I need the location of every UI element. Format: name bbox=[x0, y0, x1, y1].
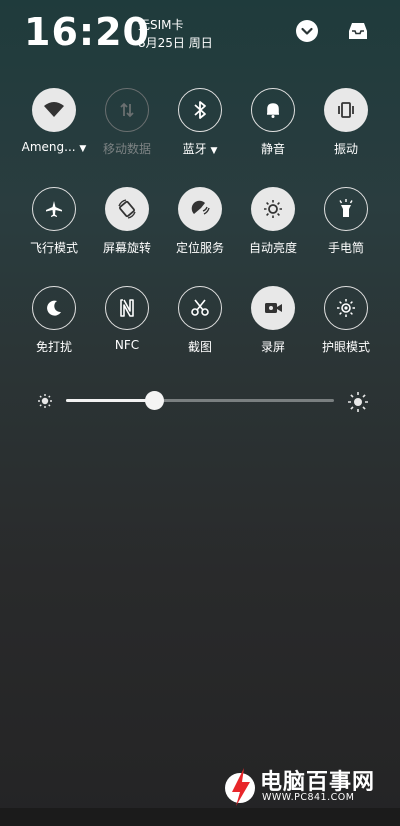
tile-mobile-data[interactable]: 移动数据 bbox=[90, 88, 164, 157]
dropdown-arrow-icon[interactable]: ▼ bbox=[210, 146, 217, 156]
tile-silent[interactable]: 静音 bbox=[236, 88, 310, 157]
tile-label: 振动 bbox=[333, 142, 358, 156]
tile-label: 免打扰 bbox=[35, 340, 72, 354]
tile-label: 移动数据 bbox=[102, 142, 151, 156]
tile-label: 手电筒 bbox=[327, 241, 364, 255]
tile-label: Ameng... bbox=[21, 140, 76, 154]
chevron-down-icon bbox=[301, 27, 313, 35]
brightness-slider[interactable] bbox=[34, 388, 370, 414]
tile-flashlight[interactable]: 手电筒 bbox=[309, 187, 383, 256]
mobile-data-icon bbox=[120, 102, 134, 118]
wifi-icon bbox=[44, 102, 64, 117]
bell-icon bbox=[267, 103, 279, 118]
flashlight-toggle[interactable] bbox=[324, 187, 368, 231]
screen-record-button[interactable] bbox=[251, 286, 295, 330]
screenshot-button[interactable] bbox=[178, 286, 222, 330]
screen-record-icon bbox=[265, 303, 282, 313]
eye-care-toggle[interactable] bbox=[324, 286, 368, 330]
tile-label: 录屏 bbox=[260, 340, 285, 354]
moon-icon bbox=[47, 300, 61, 316]
tile-label: 蓝牙 bbox=[182, 142, 207, 156]
rotate-icon bbox=[118, 199, 136, 219]
tile-do-not-disturb[interactable]: 免打扰 bbox=[17, 286, 91, 355]
brightness-thumb[interactable] bbox=[145, 391, 165, 410]
tile-label: 自动亮度 bbox=[248, 241, 297, 255]
tile-airplane[interactable]: 飞行模式 bbox=[17, 187, 91, 256]
notification-inbox-button[interactable] bbox=[346, 20, 368, 42]
tile-location[interactable]: 定位服务 bbox=[163, 187, 237, 256]
watermark: 电脑百事网 WWW.PC841.COM bbox=[222, 762, 392, 812]
airplane-icon bbox=[46, 201, 62, 217]
auto-brightness-icon bbox=[264, 200, 282, 218]
tile-auto-brightness[interactable]: 自动亮度 bbox=[236, 187, 310, 256]
brightness-low-icon bbox=[38, 394, 52, 408]
dropdown-arrow-icon[interactable]: ▼ bbox=[79, 144, 86, 154]
nfc-icon bbox=[120, 299, 134, 317]
expand-button[interactable] bbox=[296, 20, 318, 42]
tile-bluetooth[interactable]: 蓝牙 ▼ bbox=[163, 88, 237, 157]
mobile-data-toggle[interactable] bbox=[105, 88, 149, 132]
tile-label: 护眼模式 bbox=[321, 340, 370, 354]
flashlight-icon bbox=[339, 199, 353, 217]
eye-care-icon bbox=[337, 299, 355, 317]
date-label: 8月25日 周日 bbox=[138, 36, 213, 50]
auto-brightness-toggle[interactable] bbox=[251, 187, 295, 231]
status-header: 16:20 无SIM卡 8月25日 周日 bbox=[0, 0, 400, 64]
brightness-track[interactable] bbox=[66, 391, 334, 410]
navigation-bar bbox=[0, 808, 400, 826]
tile-label: 屏幕旋转 bbox=[102, 241, 151, 255]
tile-label: NFC bbox=[114, 338, 140, 352]
tile-wifi[interactable]: Ameng... ▼ bbox=[17, 88, 91, 154]
wifi-toggle[interactable] bbox=[32, 88, 76, 132]
brightness-high-icon bbox=[348, 392, 368, 412]
tile-label: 定位服务 bbox=[175, 241, 224, 255]
vibrate-toggle[interactable] bbox=[324, 88, 368, 132]
tile-label: 飞行模式 bbox=[29, 241, 78, 255]
bluetooth-icon bbox=[194, 101, 206, 119]
tile-eye-care[interactable]: 护眼模式 bbox=[309, 286, 383, 355]
tile-vibrate[interactable]: 振动 bbox=[309, 88, 383, 157]
tile-rotation[interactable]: 屏幕旋转 bbox=[90, 187, 164, 256]
location-icon bbox=[191, 200, 210, 215]
dnd-toggle[interactable] bbox=[32, 286, 76, 330]
tile-screen-record[interactable]: 录屏 bbox=[236, 286, 310, 355]
bluetooth-toggle[interactable] bbox=[178, 88, 222, 132]
location-toggle[interactable] bbox=[178, 187, 222, 231]
sim-status: 无SIM卡 bbox=[138, 18, 184, 32]
silent-toggle[interactable] bbox=[251, 88, 295, 132]
tile-screenshot[interactable]: 截图 bbox=[163, 286, 237, 355]
tile-label: 静音 bbox=[260, 142, 285, 156]
watermark-url: WWW.PC841.COM bbox=[262, 792, 355, 803]
airplane-toggle[interactable] bbox=[32, 187, 76, 231]
rotation-toggle[interactable] bbox=[105, 187, 149, 231]
tile-nfc[interactable]: NFC bbox=[90, 286, 164, 352]
vibrate-icon bbox=[338, 102, 354, 118]
inbox-icon bbox=[349, 23, 367, 39]
brightness-fill bbox=[66, 399, 155, 402]
nfc-toggle[interactable] bbox=[105, 286, 149, 330]
watermark-logo-icon bbox=[225, 768, 255, 806]
tile-label: 截图 bbox=[187, 340, 212, 354]
scissors-icon bbox=[191, 299, 209, 316]
clock: 16:20 bbox=[24, 10, 150, 54]
